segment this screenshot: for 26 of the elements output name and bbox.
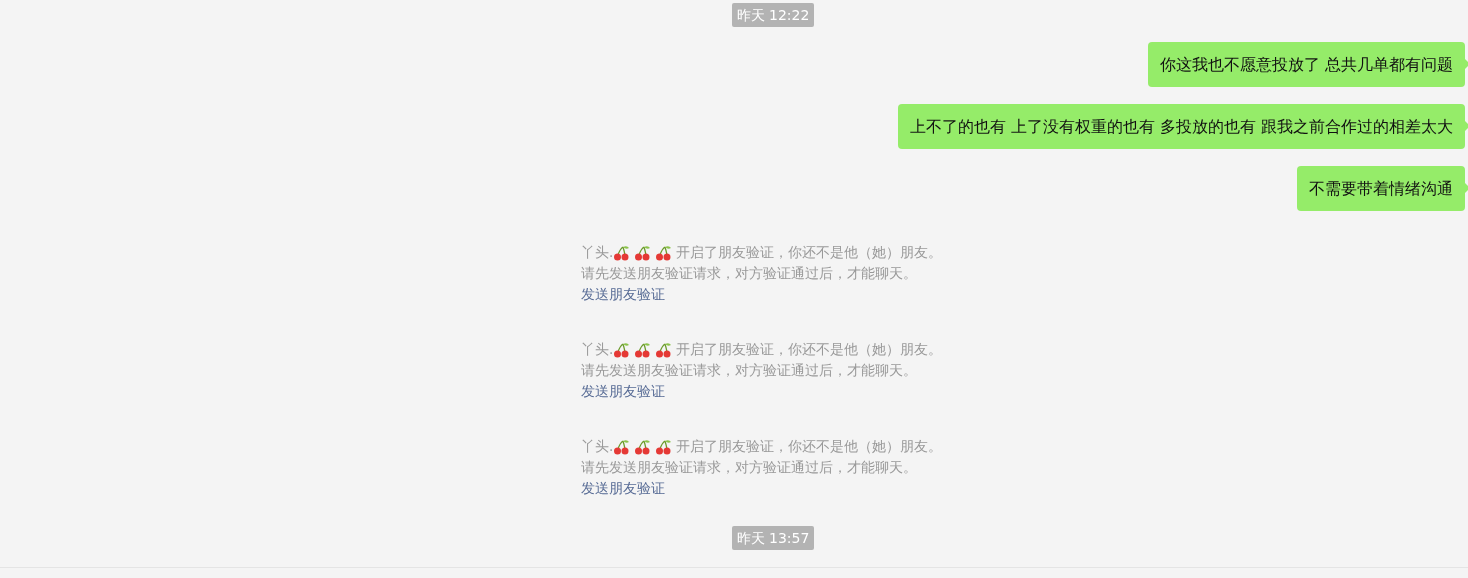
cherry-icon — [613, 341, 631, 358]
send-verification-link[interactable]: 发送朋友验证 — [581, 286, 665, 302]
verification-notice: 开启了朋友验证，你还不是他（她）朋友。 — [676, 243, 943, 262]
send-verification-link[interactable]: 发送朋友验证 — [581, 480, 665, 496]
message-bubble: 你这我也不愿意投放了 总共几单都有问题 — [1147, 42, 1465, 87]
contact-name: 丫头. — [581, 340, 614, 359]
cherry-icon — [634, 341, 652, 358]
verification-notice: 开启了朋友验证，你还不是他（她）朋友。 — [676, 437, 943, 456]
cherry-icon — [655, 341, 673, 358]
timestamp: 昨天 13:57 — [731, 526, 815, 550]
contact-name: 丫头. — [581, 437, 614, 456]
send-verification-link[interactable]: 发送朋友验证 — [581, 383, 665, 399]
cherry-icon — [613, 244, 631, 261]
cherry-icon — [634, 244, 652, 261]
request-notice: 请先发送朋友验证请求，对方验证通过后，才能聊天。 发送朋友验证 — [581, 361, 918, 401]
cherry-icon — [655, 244, 673, 261]
verification-notice: 开启了朋友验证，你还不是他（她）朋友。 — [676, 340, 943, 359]
request-notice: 请先发送朋友验证请求，对方验证通过后，才能聊天。 发送朋友验证 — [581, 264, 918, 304]
cherry-icon — [613, 438, 631, 455]
contact-name: 丫头. — [581, 243, 614, 262]
message-bubble: 上不了的也有 上了没有权重的也有 多投放的也有 跟我之前合作过的相差太大 — [897, 104, 1465, 149]
request-notice: 请先发送朋友验证请求，对方验证通过后，才能聊天。 发送朋友验证 — [581, 458, 918, 498]
timestamp: 昨天 12:22 — [731, 3, 815, 27]
cherry-icon — [655, 438, 673, 455]
message-bubble: 不需要带着情绪沟通 — [1297, 166, 1465, 211]
cherry-icon — [634, 438, 652, 455]
